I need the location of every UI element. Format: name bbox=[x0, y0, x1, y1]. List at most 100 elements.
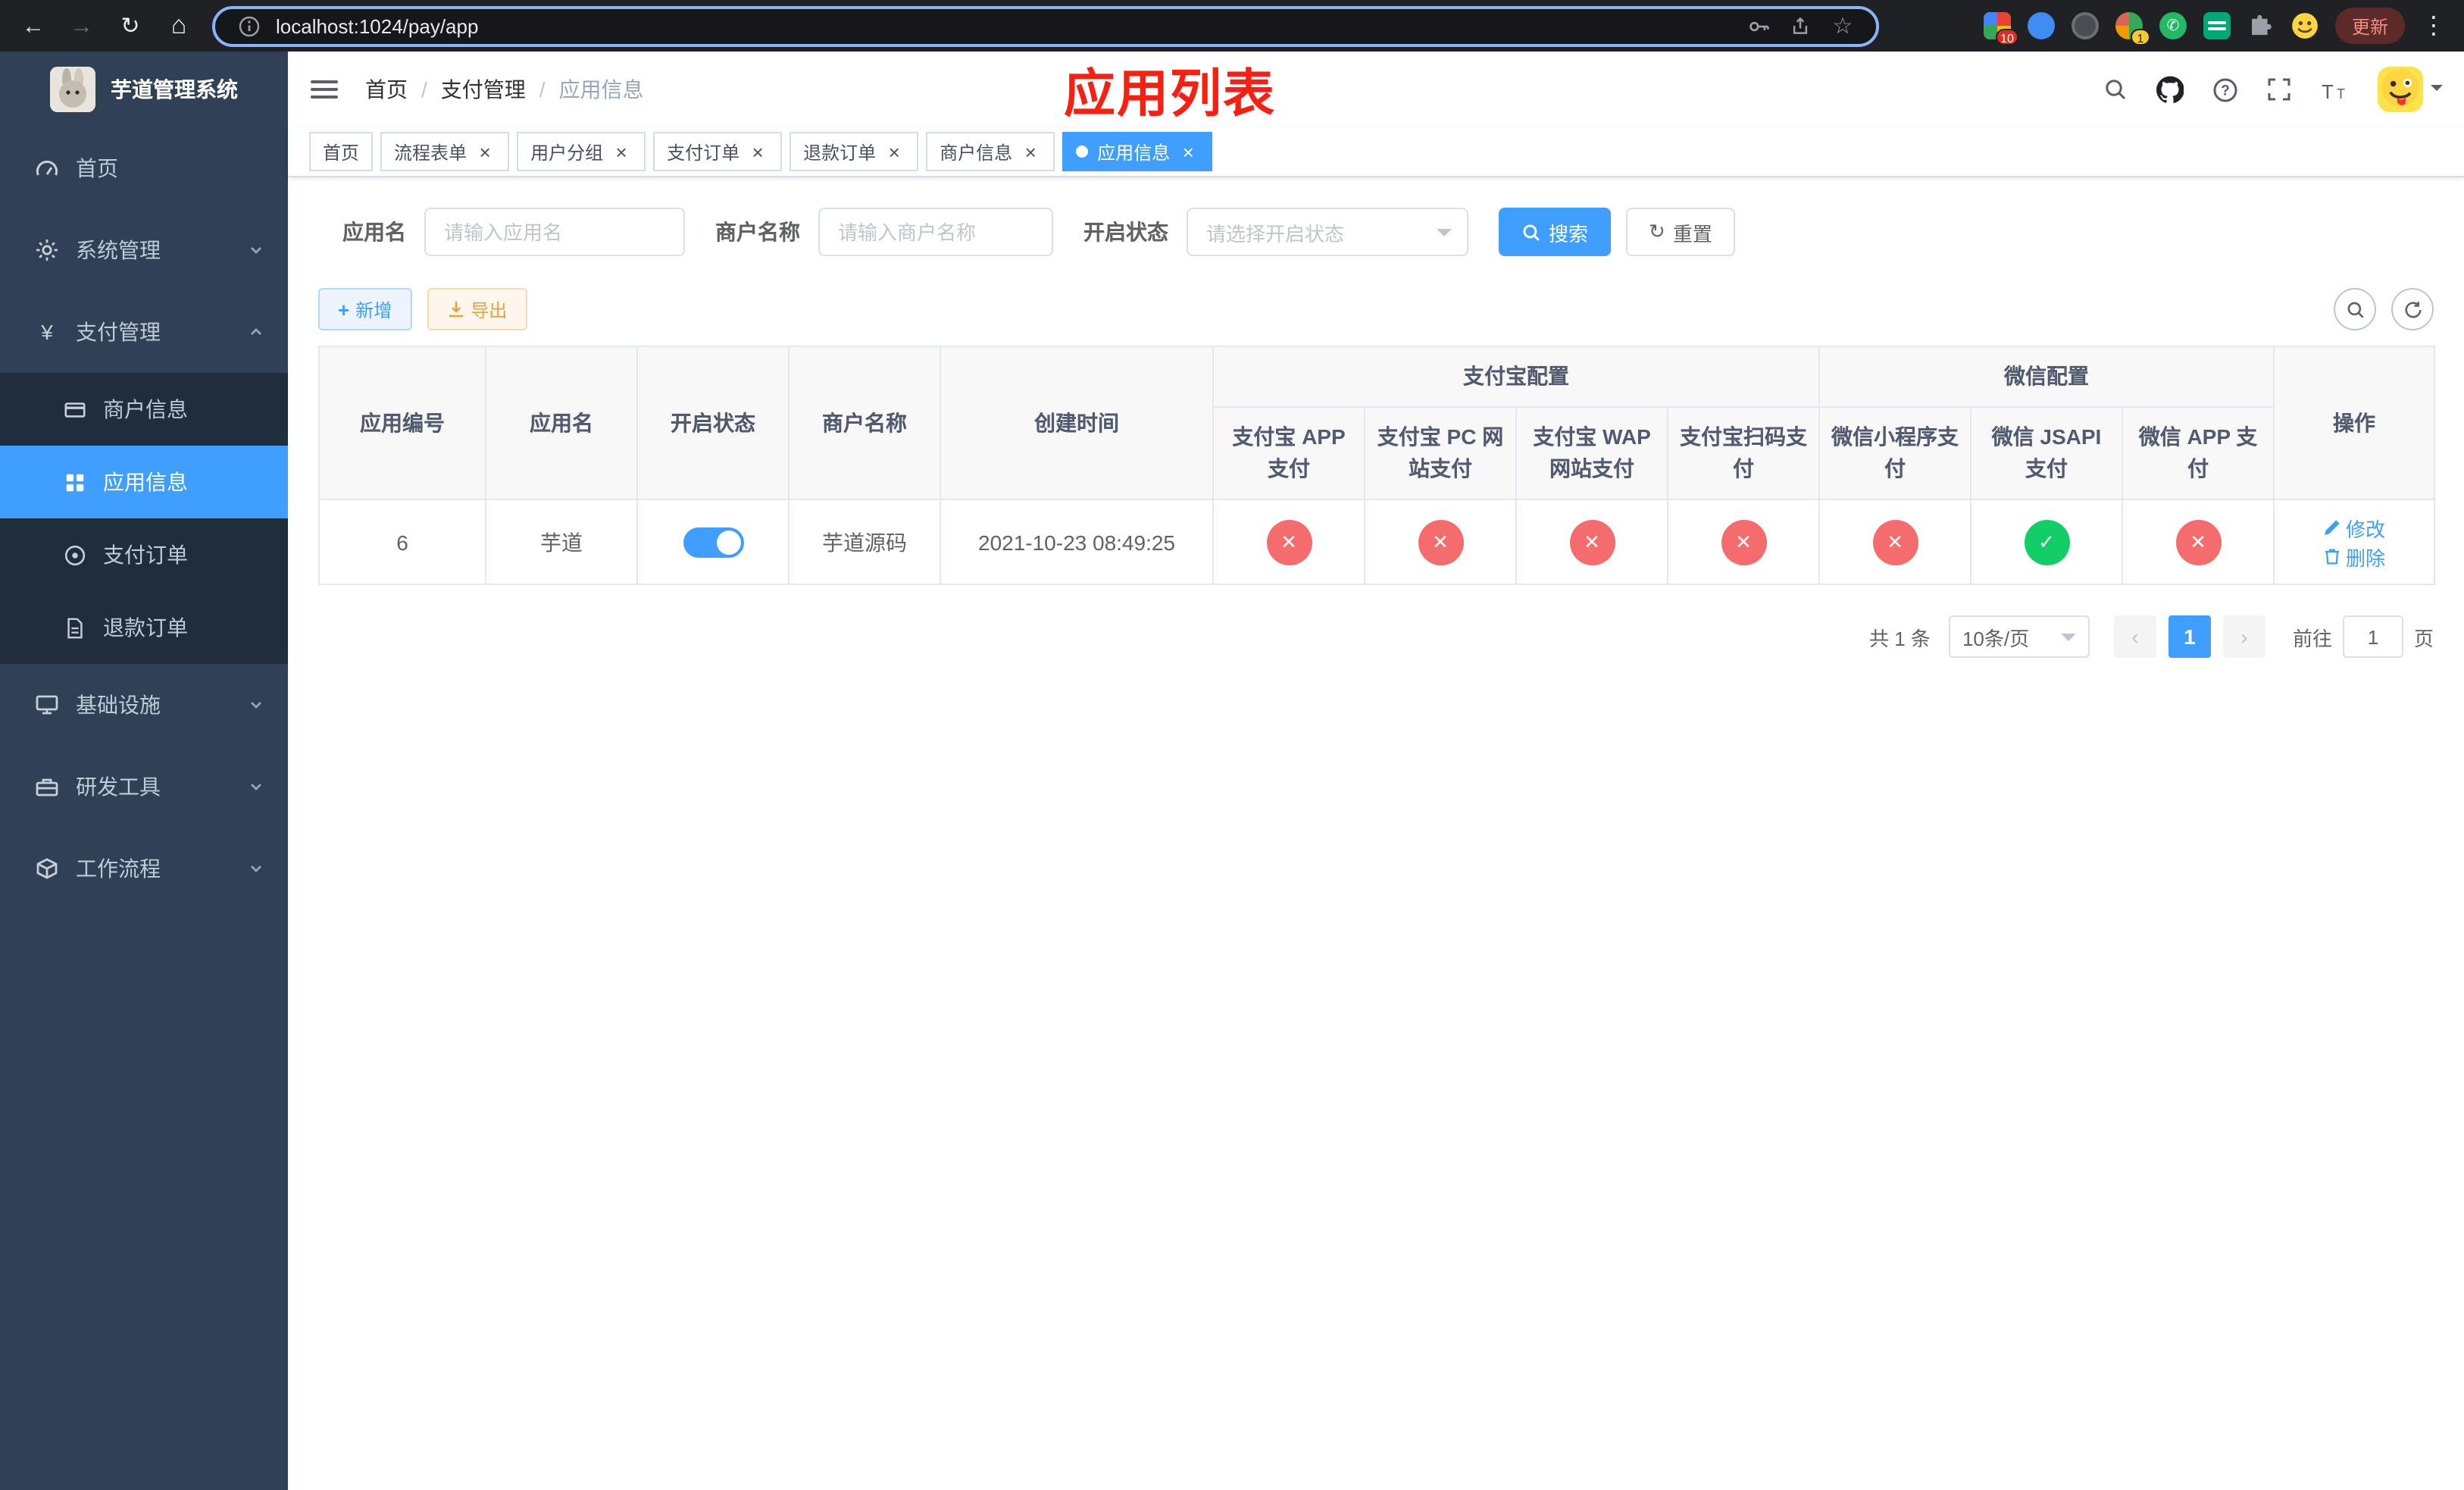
merchant-name-input[interactable] bbox=[818, 208, 1053, 256]
extensions-puzzle-icon[interactable] bbox=[2247, 12, 2275, 39]
share-icon[interactable] bbox=[1785, 11, 1815, 41]
sidebar-item-workflow[interactable]: 工作流程 bbox=[0, 828, 288, 909]
tab-home[interactable]: 首页 bbox=[309, 132, 374, 171]
card-icon bbox=[61, 398, 88, 421]
sidebar-toggle-icon[interactable] bbox=[288, 52, 361, 127]
header-search-icon[interactable] bbox=[2093, 67, 2138, 112]
page-number-1[interactable]: 1 bbox=[2168, 615, 2211, 658]
tab-pay-orders[interactable]: 支付订单 bbox=[653, 132, 783, 171]
table-toolbar: 新增 导出 bbox=[318, 288, 2434, 330]
chevron-down-icon bbox=[2431, 85, 2443, 97]
app-title: 芋道管理系统 bbox=[111, 77, 238, 102]
goto-page-input[interactable] bbox=[2342, 615, 2403, 658]
delete-button[interactable]: 删除 bbox=[2323, 542, 2385, 571]
close-icon[interactable] bbox=[1020, 141, 1041, 162]
extension-icon[interactable]: 1 bbox=[2115, 12, 2150, 45]
chevron-down-icon bbox=[249, 697, 264, 712]
sidebar-item-label: 基础设施 bbox=[76, 693, 161, 717]
fullscreen-icon[interactable] bbox=[2256, 67, 2302, 112]
sidebar-item-label: 研发工具 bbox=[76, 775, 161, 799]
next-page-button[interactable]: › bbox=[2222, 615, 2265, 658]
yen-icon: ¥ bbox=[41, 320, 53, 344]
close-icon[interactable] bbox=[1177, 141, 1199, 162]
extension-icon[interactable] bbox=[2203, 12, 2231, 39]
toolbox-icon bbox=[33, 775, 61, 799]
extension-icon[interactable]: ✆ bbox=[2159, 12, 2187, 39]
browser-forward-icon[interactable] bbox=[61, 5, 103, 47]
browser-toolbar: localhost:1024/pay/app 10 1 ✆ 更新 bbox=[0, 0, 2464, 52]
refresh-table-button[interactable] bbox=[2391, 288, 2434, 330]
sidebar-item-refund-orders[interactable]: 退款订单 bbox=[0, 591, 288, 664]
add-button[interactable]: 新增 bbox=[318, 288, 412, 330]
app-name-input[interactable] bbox=[424, 208, 685, 256]
sidebar-item-system[interactable]: 系统管理 bbox=[0, 209, 288, 291]
sidebar-item-label: 首页 bbox=[76, 156, 118, 180]
tab-refund-orders[interactable]: 退款订单 bbox=[790, 132, 919, 171]
search-button[interactable]: 搜索 bbox=[1499, 208, 1612, 256]
col-alipay-app: 支付宝 APP 支付 bbox=[1212, 406, 1365, 500]
col-status: 开启状态 bbox=[636, 346, 790, 500]
sidebar-item-home[interactable]: 首页 bbox=[0, 127, 288, 209]
tab-process-form[interactable]: 流程表单 bbox=[380, 132, 510, 171]
sidebar-item-devtools[interactable]: 研发工具 bbox=[0, 746, 288, 828]
breadcrumb-home[interactable]: 首页 bbox=[365, 74, 408, 105]
close-icon[interactable] bbox=[883, 141, 905, 162]
chevron-down-icon bbox=[249, 243, 264, 258]
sidebar-item-label: 系统管理 bbox=[76, 238, 161, 262]
col-wx-jsapi: 微信 JSAPI 支付 bbox=[1970, 406, 2123, 500]
browser-menu-icon[interactable] bbox=[2422, 11, 2443, 41]
page-size-select[interactable]: 10条/页 bbox=[1948, 615, 2090, 658]
col-app-id: 应用编号 bbox=[318, 346, 486, 500]
help-icon[interactable]: ? bbox=[2202, 67, 2247, 112]
github-icon[interactable] bbox=[2147, 67, 2193, 112]
prev-page-button[interactable]: ‹ bbox=[2113, 615, 2156, 658]
password-key-icon[interactable] bbox=[1743, 11, 1773, 41]
sidebar-item-app-info[interactable]: 应用信息 bbox=[0, 446, 288, 518]
col-wx-app: 微信 APP 支付 bbox=[2122, 406, 2275, 500]
cell-app-id: 6 bbox=[318, 499, 486, 585]
status-select-placeholder: 请选择开启状态 bbox=[1206, 222, 1345, 245]
sidebar: 芋道管理系统 首页 系统管理 ¥ 支付管理 商户信息 应用信息 支付订单 退款订… bbox=[0, 52, 288, 1490]
edit-button[interactable]: 修改 bbox=[2323, 513, 2385, 542]
svg-text:T: T bbox=[2322, 80, 2334, 101]
user-menu[interactable] bbox=[2378, 67, 2443, 112]
sidebar-item-label: 支付订单 bbox=[103, 543, 188, 567]
svg-text:T: T bbox=[2337, 86, 2345, 101]
browser-update-button[interactable]: 更新 bbox=[2334, 8, 2405, 44]
breadcrumb: 首页 / 支付管理 / 应用信息 bbox=[365, 74, 644, 105]
site-info-icon[interactable] bbox=[233, 11, 264, 41]
breadcrumb-payment[interactable]: 支付管理 bbox=[441, 74, 526, 105]
sidebar-item-label: 退款订单 bbox=[103, 615, 188, 640]
alipay-app-status-icon bbox=[1266, 519, 1312, 565]
sidebar-item-payment[interactable]: ¥ 支付管理 bbox=[0, 291, 288, 373]
sidebar-logo[interactable]: 芋道管理系统 bbox=[0, 52, 288, 127]
sidebar-item-infra[interactable]: 基础设施 bbox=[0, 664, 288, 746]
browser-reload-icon[interactable] bbox=[109, 5, 152, 47]
url-bar[interactable]: localhost:1024/pay/app bbox=[212, 5, 1879, 46]
status-select[interactable]: 请选择开启状态 bbox=[1187, 208, 1468, 256]
tab-app-info[interactable]: 应用信息 bbox=[1062, 132, 1213, 171]
bookmark-star-icon[interactable] bbox=[1828, 11, 1858, 41]
export-button[interactable]: 导出 bbox=[427, 288, 527, 330]
close-icon[interactable] bbox=[611, 141, 632, 162]
tab-merchant-info[interactable]: 商户信息 bbox=[926, 132, 1055, 171]
toggle-search-button[interactable] bbox=[2334, 288, 2376, 330]
extension-icon[interactable] bbox=[2071, 12, 2099, 39]
sidebar-item-pay-orders[interactable]: 支付订单 bbox=[0, 518, 288, 591]
dashboard-icon bbox=[33, 156, 61, 180]
chevron-down-icon bbox=[249, 779, 264, 794]
browser-home-icon[interactable] bbox=[158, 5, 200, 47]
close-icon[interactable] bbox=[474, 141, 496, 162]
pagination-total: 共 1 条 bbox=[1869, 627, 1931, 650]
sidebar-item-merchant-info[interactable]: 商户信息 bbox=[0, 373, 288, 446]
extension-icon[interactable] bbox=[2027, 12, 2055, 39]
filter-form: 应用名 商户名称 开启状态 请选择开启状态 bbox=[342, 208, 2434, 256]
reset-button[interactable]: 重置 bbox=[1626, 208, 1735, 256]
extension-icon[interactable]: 10 bbox=[1983, 12, 2018, 45]
browser-profile-avatar[interactable] bbox=[2291, 12, 2319, 39]
tab-user-group[interactable]: 用户分组 bbox=[517, 132, 646, 171]
font-size-icon[interactable]: TT bbox=[2311, 67, 2356, 112]
status-toggle[interactable] bbox=[683, 527, 743, 557]
close-icon[interactable] bbox=[747, 141, 768, 162]
browser-back-icon[interactable] bbox=[12, 5, 55, 47]
